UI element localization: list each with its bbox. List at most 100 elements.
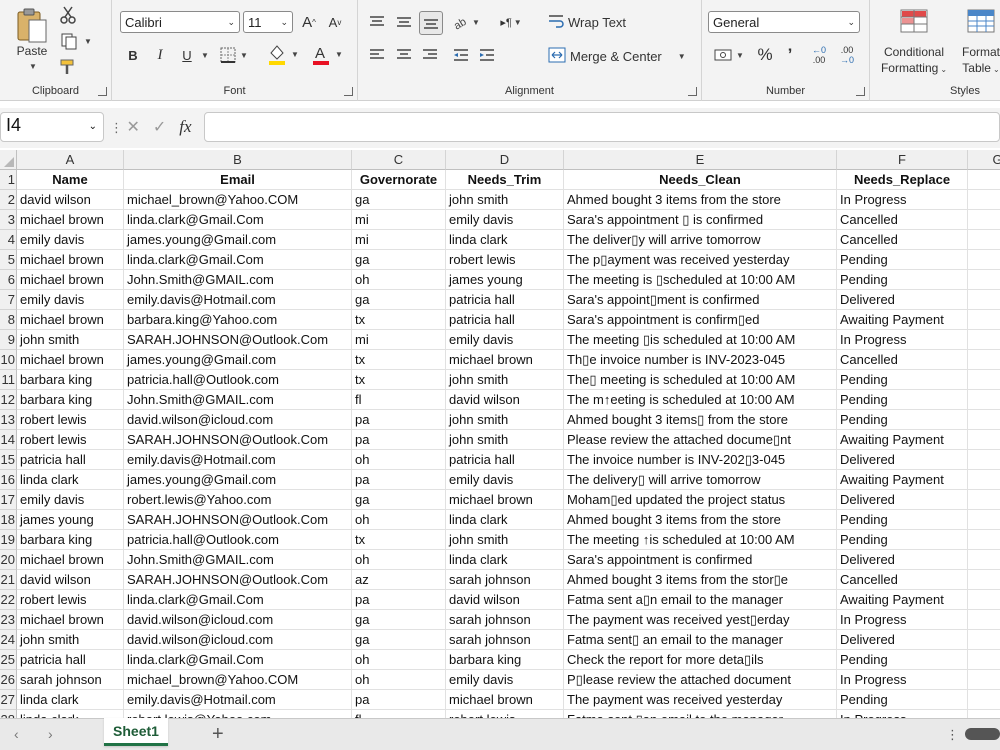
table-cell[interactable]: michael brown <box>17 550 124 570</box>
table-cell[interactable]: Pending <box>837 650 968 670</box>
table-cell[interactable]: John.Smith@GMAIL.com <box>124 550 352 570</box>
table-cell[interactable]: Delivered <box>837 290 968 310</box>
table-cell[interactable]: james.young@Gmail.com <box>124 350 352 370</box>
row-header-13[interactable]: 13 <box>0 410 17 430</box>
table-cell[interactable]: mi <box>352 230 446 250</box>
cancel-icon[interactable]: ✕ <box>126 117 139 137</box>
table-cell[interactable]: linda.clark@Gmail.Com <box>124 650 352 670</box>
table-cell[interactable] <box>968 310 1000 330</box>
row-header-25[interactable]: 25 <box>0 650 17 670</box>
table-cell[interactable]: John.Smith@GMAIL.com <box>124 390 352 410</box>
sheet-tab-sheet1[interactable]: Sheet1 <box>104 718 168 746</box>
row-header-2[interactable]: 2 <box>0 190 17 210</box>
table-cell[interactable]: ga <box>352 490 446 510</box>
table-cell[interactable]: david wilson <box>17 570 124 590</box>
table-cell[interactable]: ga <box>352 250 446 270</box>
table-cell[interactable]: Cancelled <box>837 230 968 250</box>
table-cell[interactable]: oh <box>352 670 446 690</box>
table-cell[interactable]: Cancelled <box>837 570 968 590</box>
table-cell[interactable]: fl <box>352 710 446 718</box>
table-cell[interactable]: tx <box>352 310 446 330</box>
table-cell[interactable]: ga <box>352 190 446 210</box>
underline-button[interactable]: U <box>176 44 198 66</box>
table-cell[interactable]: The meeting ▯is scheduled at 10:00 AM <box>564 330 837 350</box>
borders-icon[interactable]: ▼ <box>216 44 252 66</box>
table-cell[interactable]: patricia hall <box>446 450 564 470</box>
table-cell[interactable]: robert lewis <box>17 590 124 610</box>
table-cell[interactable]: emily davis <box>17 290 124 310</box>
table-cell[interactable]: Ahmed bought 3 items from the stor▯e <box>564 570 837 590</box>
table-cell[interactable] <box>968 490 1000 510</box>
table-cell[interactable]: mi <box>352 210 446 230</box>
table-cell[interactable] <box>968 230 1000 250</box>
table-cell[interactable]: michael brown <box>17 270 124 290</box>
table-cell[interactable]: michael brown <box>446 490 564 510</box>
orientation-icon[interactable]: ab ▼ <box>450 11 482 33</box>
header-cell[interactable]: Needs_Trim <box>446 170 564 190</box>
table-cell[interactable]: robert.lewis@Yahoo.com <box>124 710 352 718</box>
accounting-icon[interactable]: ▼ <box>710 44 748 66</box>
formula-input[interactable] <box>204 112 1000 142</box>
row-header-11[interactable]: 11 <box>0 370 17 390</box>
column-header-a[interactable]: A <box>17 150 124 170</box>
table-cell[interactable]: michael brown <box>17 250 124 270</box>
align-middle-icon[interactable] <box>393 11 415 33</box>
row-header-1[interactable]: 1 <box>0 170 17 190</box>
table-cell[interactable] <box>968 510 1000 530</box>
table-cell[interactable]: The meeting ↑is scheduled at 10:00 AM <box>564 530 837 550</box>
table-cell[interactable]: james.young@Gmail.com <box>124 470 352 490</box>
table-cell[interactable] <box>968 250 1000 270</box>
table-cell[interactable]: michael brown <box>17 210 124 230</box>
table-cell[interactable]: In Progress <box>837 710 968 718</box>
table-cell[interactable]: patricia hall <box>446 310 564 330</box>
table-cell[interactable]: patricia.hall@Outlook.com <box>124 370 352 390</box>
table-cell[interactable]: barbara king <box>446 650 564 670</box>
table-cell[interactable]: pa <box>352 690 446 710</box>
table-cell[interactable] <box>968 350 1000 370</box>
table-cell[interactable]: The invoice number is INV-202▯3-045 <box>564 450 837 470</box>
table-cell[interactable]: SARAH.JOHNSON@Outlook.Com <box>124 510 352 530</box>
add-sheet-icon[interactable]: + <box>212 723 224 746</box>
table-cell[interactable]: Please review the attached docume▯nt <box>564 430 837 450</box>
table-cell[interactable]: barbara king <box>17 390 124 410</box>
table-cell[interactable]: david.wilson@icloud.com <box>124 610 352 630</box>
table-cell[interactable] <box>968 470 1000 490</box>
table-cell[interactable]: Sara's appointment is confirmed <box>564 550 837 570</box>
align-left-icon[interactable] <box>366 44 388 66</box>
paste-button[interactable]: Paste <box>10 42 54 60</box>
table-cell[interactable]: In Progress <box>837 670 968 690</box>
table-cell[interactable] <box>968 390 1000 410</box>
table-cell[interactable]: tx <box>352 530 446 550</box>
table-cell[interactable] <box>968 290 1000 310</box>
more-options-icon[interactable]: ⋮ <box>946 727 959 743</box>
table-cell[interactable]: The m↑eeting is scheduled at 10:00 AM <box>564 390 837 410</box>
table-cell[interactable]: Moham▯ed updated the project status <box>564 490 837 510</box>
comma-button[interactable]: ’ <box>780 44 800 66</box>
table-cell[interactable]: emily.davis@Hotmail.com <box>124 450 352 470</box>
table-cell[interactable]: robert lewis <box>17 430 124 450</box>
number-launcher-icon[interactable] <box>856 87 865 96</box>
table-cell[interactable]: emily davis <box>446 470 564 490</box>
table-cell[interactable]: mi <box>352 330 446 350</box>
table-cell[interactable]: james.young@Gmail.com <box>124 230 352 250</box>
table-cell[interactable]: Fatma sent▯ an email to the manager <box>564 630 837 650</box>
table-cell[interactable]: Pending <box>837 390 968 410</box>
row-header-6[interactable]: 6 <box>0 270 17 290</box>
row-header-16[interactable]: 16 <box>0 470 17 490</box>
table-cell[interactable]: david wilson <box>446 590 564 610</box>
table-cell[interactable]: john smith <box>446 370 564 390</box>
table-cell[interactable]: ga <box>352 290 446 310</box>
table-cell[interactable]: patricia.hall@Outlook.com <box>124 530 352 550</box>
next-sheet-icon[interactable]: › <box>48 726 53 742</box>
table-cell[interactable]: Cancelled <box>837 210 968 230</box>
row-header-10[interactable]: 10 <box>0 350 17 370</box>
table-cell[interactable]: Ahmed bought 3 items▯ from the store <box>564 410 837 430</box>
align-top-icon[interactable] <box>366 11 388 33</box>
table-cell[interactable]: oh <box>352 550 446 570</box>
table-cell[interactable]: emily davis <box>446 670 564 690</box>
table-cell[interactable]: john smith <box>446 430 564 450</box>
align-bottom-icon[interactable] <box>419 11 443 35</box>
copy-icon[interactable]: ▼ <box>58 31 94 51</box>
increase-indent-icon[interactable] <box>476 44 498 66</box>
table-cell[interactable] <box>968 630 1000 650</box>
